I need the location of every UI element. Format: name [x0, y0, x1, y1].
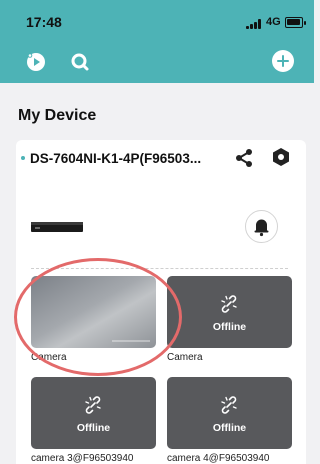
camera-label-4: camera 4@F96503940 — [167, 453, 270, 464]
device-name[interactable]: DS-7604NI-K1-4P(F96503... — [30, 151, 201, 166]
nvr-device-image — [31, 220, 83, 234]
annotation-circle — [14, 258, 182, 376]
offline-label: Offline — [212, 422, 247, 434]
bell-icon[interactable] — [245, 210, 278, 243]
broken-link-icon — [85, 396, 101, 414]
camera-tile-3[interactable]: Offline — [31, 377, 156, 449]
camera-tile-2[interactable]: Offline — [167, 276, 292, 348]
app-header: 17:48 4G — [0, 0, 314, 83]
share-icon[interactable] — [235, 148, 253, 168]
online-indicator — [21, 156, 25, 160]
camera-tile-4[interactable]: Offline — [167, 377, 292, 449]
search-icon[interactable] — [70, 52, 90, 72]
status-bar: 17:48 4G — [0, 0, 314, 40]
offline-label: Offline — [76, 422, 111, 434]
status-time: 17:48 — [26, 14, 62, 30]
broken-link-icon — [221, 396, 237, 414]
gear-hexagon-icon[interactable] — [272, 147, 290, 167]
camera-label-3: camera 3@F96503940 — [31, 453, 134, 464]
network-type: 4G — [266, 16, 281, 28]
offline-label: Offline — [212, 321, 247, 333]
play-circle-icon[interactable] — [26, 52, 46, 72]
add-device-button[interactable] — [272, 50, 294, 72]
signal-icon — [246, 19, 262, 29]
battery-icon — [285, 17, 306, 28]
camera-label-2: Camera — [167, 352, 203, 363]
section-title: My Device — [18, 107, 97, 124]
broken-link-icon — [221, 295, 237, 313]
